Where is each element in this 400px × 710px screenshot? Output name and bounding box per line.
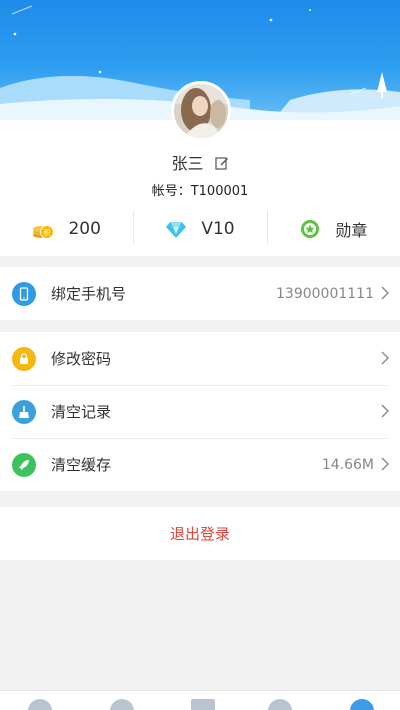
home-tab-icon[interactable] bbox=[28, 699, 52, 710]
account-label: 帐号： bbox=[151, 184, 191, 199]
cache-size-value: 14.66M bbox=[321, 456, 374, 473]
vip-level-value: V10 bbox=[201, 219, 235, 239]
bind-phone-row[interactable]: 绑定手机号 13900001111 bbox=[0, 267, 400, 320]
bottom-tab-bar bbox=[0, 690, 400, 710]
coin-icon: 积 bbox=[33, 225, 55, 239]
chevron-right-icon bbox=[381, 351, 389, 365]
medal-icon bbox=[301, 220, 320, 238]
account-id: T100001 bbox=[190, 184, 249, 199]
coins-value: 200 bbox=[68, 219, 101, 239]
edit-name-icon[interactable] bbox=[214, 155, 229, 174]
clear-cache-row[interactable]: 清空缓存 14.66M bbox=[0, 438, 400, 491]
phone-icon bbox=[12, 281, 36, 306]
clear-history-row[interactable]: 清空记录 bbox=[0, 385, 400, 438]
profile-tab-icon[interactable] bbox=[350, 699, 374, 710]
rocket-icon bbox=[12, 452, 36, 477]
medal-stat[interactable]: 勋章 bbox=[266, 210, 400, 248]
clear-history-label: 清空记录 bbox=[51, 403, 112, 421]
chevron-right-icon bbox=[381, 286, 389, 300]
community-tab-icon[interactable] bbox=[268, 699, 292, 710]
svg-text:积: 积 bbox=[44, 228, 51, 237]
clear-cache-label: 清空缓存 bbox=[51, 456, 112, 474]
diamond-icon bbox=[166, 222, 187, 238]
medal-label: 勋章 bbox=[335, 221, 368, 240]
vip-level-stat[interactable]: V10 bbox=[133, 210, 266, 248]
broom-icon bbox=[12, 399, 36, 424]
chevron-right-icon bbox=[381, 457, 389, 471]
discover-tab-icon[interactable] bbox=[110, 699, 134, 710]
chevron-right-icon bbox=[381, 404, 389, 418]
change-password-label: 修改密码 bbox=[51, 350, 112, 368]
lock-icon bbox=[12, 346, 36, 371]
media-tab-icon[interactable] bbox=[191, 699, 215, 710]
bind-phone-value: 13900001111 bbox=[276, 285, 374, 302]
bind-phone-label: 绑定手机号 bbox=[51, 285, 127, 303]
settings-card: 修改密码 清空记录 清空缓存 14.66M bbox=[0, 332, 400, 491]
account-id-row: 帐号：T100001 bbox=[0, 180, 400, 199]
avatar[interactable] bbox=[171, 81, 231, 141]
coins-stat[interactable]: 积 200 bbox=[0, 210, 133, 248]
user-name-row: 张三 bbox=[0, 150, 400, 174]
stats-bar: 积 200 V10 勋章 bbox=[0, 210, 400, 248]
user-name: 张三 bbox=[171, 154, 204, 173]
phone-card: 绑定手机号 13900001111 bbox=[0, 267, 400, 320]
change-password-row[interactable]: 修改密码 bbox=[0, 332, 400, 385]
logout-button[interactable]: 退出登录 bbox=[0, 507, 400, 560]
